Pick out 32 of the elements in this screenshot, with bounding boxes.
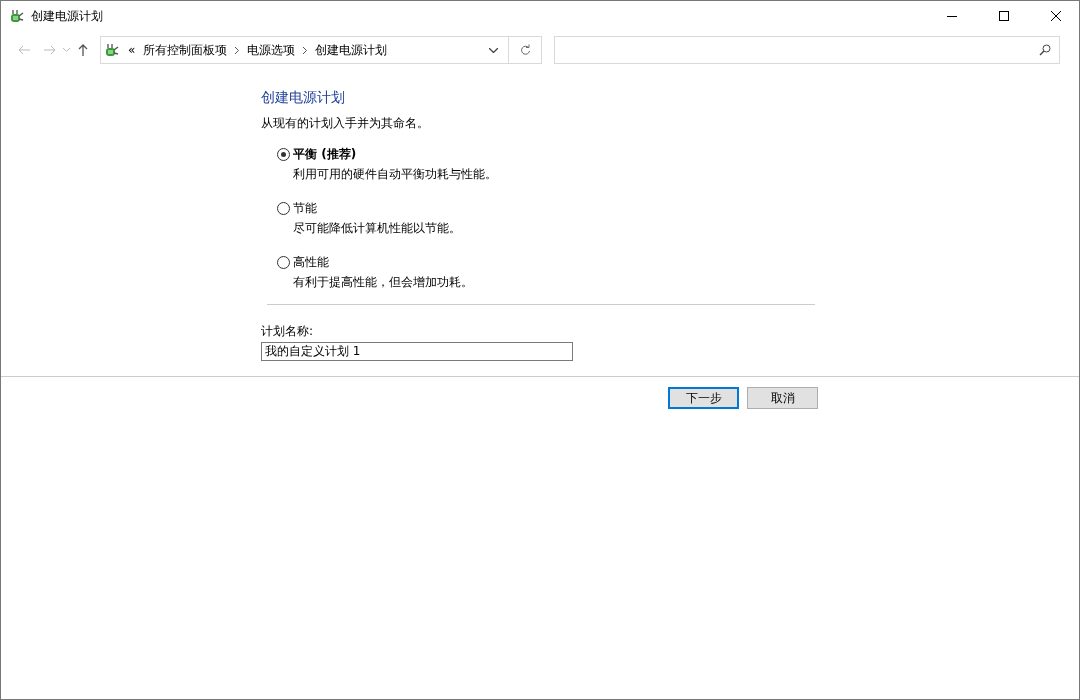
breadcrumb-item[interactable]: 创建电源计划 [315, 41, 388, 59]
intro-text: 从现有的计划入手并为其命名。 [261, 115, 430, 132]
dialog-button[interactable]: 下一步 [668, 387, 739, 409]
chevron-right-icon[interactable] [235, 46, 240, 54]
address-bar[interactable]: « 所有控制面板项 电源选项 创建电源计划 [100, 36, 542, 64]
back-arrow-icon [18, 45, 30, 55]
chevron-down-icon[interactable] [488, 47, 498, 53]
page-heading: 创建电源计划 [261, 89, 346, 107]
minimize-icon [947, 15, 957, 17]
power-plan-icon [9, 8, 25, 24]
breadcrumb-item[interactable]: 电源选项 [247, 41, 296, 59]
search-field[interactable] [554, 36, 1060, 64]
plan-description: 有利于提高性能，但会增加功耗。 [293, 274, 474, 291]
plan-label[interactable]: 高性能 [293, 254, 329, 271]
plan-description: 尽可能降低计算机性能以节能。 [293, 220, 462, 237]
window-title: 创建电源计划 [31, 7, 104, 25]
chevron-right-icon[interactable] [303, 46, 308, 54]
breadcrumb-item[interactable]: 所有控制面板项 [143, 41, 228, 59]
dialog-button[interactable]: 取消 [747, 387, 818, 409]
up-arrow-icon [78, 44, 88, 56]
close-icon [1051, 11, 1061, 21]
field-label: 计划名称: [261, 323, 315, 340]
search-icon [1039, 44, 1051, 56]
maximize-icon [999, 11, 1009, 21]
breadcrumb-overflow[interactable]: « [128, 43, 136, 57]
power-plan-icon [104, 42, 120, 58]
plan-description: 利用可用的硬件自动平衡功耗与性能。 [293, 166, 498, 183]
plan-name-field[interactable]: 我的自定义计划 1 [261, 342, 573, 361]
forward-arrow-icon [44, 45, 56, 55]
plan-label[interactable]: 节能 [293, 200, 317, 217]
refresh-icon [519, 44, 531, 56]
plan-label[interactable]: 平衡 (推荐) [293, 146, 357, 163]
